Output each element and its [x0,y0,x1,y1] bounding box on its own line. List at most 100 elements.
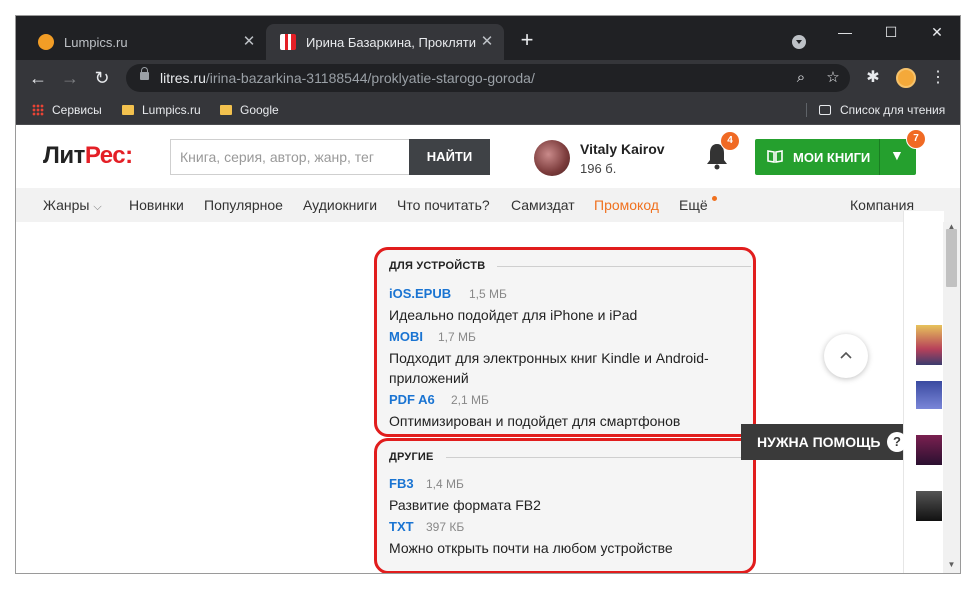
reading-list-icon [819,105,831,115]
forward-arrow-icon[interactable]: → [58,66,82,90]
reading-list-button[interactable]: Список для чтения [819,102,945,118]
litres-favicon [280,34,296,50]
search-button[interactable]: НАЙТИ [409,139,490,175]
tab-title: Ирина Базаркина, Проклятие С [306,34,476,50]
book-thumbnail[interactable] [916,325,942,365]
format-description: Развитие формата FB2 [389,497,541,513]
menu-item-promocode[interactable]: Промокод [594,197,659,213]
chevron-down-icon[interactable]: ▼ [890,147,904,163]
menu-item-genres[interactable]: Жанры ⌵ [43,197,102,214]
bookmark-lumpics[interactable]: Lumpics.ru [122,102,201,118]
lock-icon [140,67,149,80]
kebab-menu-icon[interactable]: ⋮ [926,66,950,90]
scrollbar-thumb[interactable] [946,229,957,287]
tab-strip: Lumpics.ru ✕ Ирина Базаркина, Проклятие … [16,16,960,60]
bookmark-services[interactable]: Сервисы [32,102,102,118]
file-size: 1,7 МБ [438,330,476,344]
close-icon[interactable]: ✕ [478,33,496,51]
zoom-icon[interactable]: ⌕ [790,67,812,89]
main-menu: Жанры ⌵ Новинки Популярное Аудиокниги Чт… [16,188,960,222]
bookmarks-separator [806,103,807,117]
reload-icon[interactable]: ↻ [90,66,114,90]
user-points: 196 б. [580,161,617,176]
chevron-down-icon: ⌵ [93,201,102,213]
litres-logo[interactable]: ЛитРес: [43,142,133,170]
open-book-icon [767,150,783,163]
other-formats-section: ДРУГИЕ FB3 1,4 МБ Развитие формата FB2 T… [374,438,756,573]
my-books-badge: 7 [906,129,926,149]
menu-item-what-to-read[interactable]: Что почитать? [397,197,490,213]
scroll-down-arrow-icon[interactable]: ▼ [947,560,956,569]
format-description: Идеально подойдет для iPhone и iPad [389,307,638,323]
menu-item-new[interactable]: Новинки [129,197,184,213]
bookmark-label: Сервисы [52,103,102,117]
divider [497,266,751,267]
profile-avatar[interactable] [896,68,916,88]
format-link-txt[interactable]: TXT [389,519,414,534]
bookmark-label: Lumpics.ru [142,103,201,117]
file-size: 1,4 МБ [426,477,464,491]
menu-item-audiobooks[interactable]: Аудиокниги [303,197,377,213]
url-text: litres.ru/irina-bazarkina-31188544/prokl… [160,70,535,86]
folder-icon [220,105,232,115]
section-title: ДЛЯ УСТРОЙСТВ [389,260,486,272]
tab-litres[interactable]: Ирина Базаркина, Проклятие С ✕ [266,24,504,60]
divider [879,139,880,175]
back-arrow-icon[interactable]: ← [26,66,50,90]
my-books-button[interactable]: МОИ КНИГИ ▼ [755,139,916,175]
devices-formats-section: ДЛЯ УСТРОЙСТВ iOS.EPUB 1,5 МБ Идеально п… [374,247,756,437]
menu-item-more[interactable]: Ещё [679,197,708,213]
file-size: 1,5 МБ [469,287,507,301]
recommendations-rail [903,211,944,573]
question-icon: ? [887,432,907,452]
file-size: 2,1 МБ [451,393,489,407]
book-thumbnail[interactable] [916,381,942,409]
browser-window: Lumpics.ru ✕ Ирина Базаркина, Проклятие … [16,16,960,573]
format-link-pdf-a6[interactable]: PDF A6 [389,392,435,407]
section-title: ДРУГИЕ [389,451,434,463]
user-name[interactable]: Vitaly Kairov [580,141,665,157]
my-books-label: МОИ КНИГИ [793,150,871,165]
bookmarks-bar: Сервисы Lumpics.ru Google Список для чте… [16,96,960,125]
format-description: Оптимизирован и подойдет для смартфонов [389,413,681,429]
tab-lumpics[interactable]: Lumpics.ru ✕ [24,24,266,60]
folder-icon [122,105,134,115]
bookmark-label: Google [240,103,279,117]
format-link-fb3[interactable]: FB3 [389,476,414,491]
reading-list-label: Список для чтения [840,103,946,117]
address-bar[interactable]: litres.ru/irina-bazarkina-31188544/prokl… [126,64,850,92]
new-indicator-dot [712,196,717,201]
apps-grid-icon [32,104,44,116]
search-input[interactable]: Книга, серия, автор, жанр, тег [170,139,410,175]
divider [446,457,751,458]
menu-item-samizdat[interactable]: Самиздат [511,197,575,213]
scroll-to-top-button[interactable] [824,334,868,378]
tab-title: Lumpics.ru [64,34,128,50]
scrollbar[interactable]: ▲ ▼ [943,222,960,573]
maximize-icon[interactable]: ☐ [868,16,914,48]
book-thumbnail[interactable] [916,491,942,521]
chevron-up-icon [840,351,852,359]
minimize-icon[interactable]: — [822,16,868,48]
extensions-puzzle-icon[interactable]: ✱ [861,66,885,90]
notifications-badge: 4 [720,131,740,151]
format-description: Подходит для электронных книг Kindle и A… [389,350,709,386]
orange-circle-favicon [38,34,54,50]
tab-search-icon[interactable] [792,35,806,49]
help-button[interactable]: НУЖНА ПОМОЩЬ ? [741,424,907,460]
bookmark-star-icon[interactable]: ☆ [822,67,844,89]
window-close-icon[interactable]: ✕ [914,16,960,48]
close-icon[interactable]: ✕ [240,33,258,51]
new-tab-plus-icon[interactable]: + [516,29,538,51]
page-content: ЛитРес: Книга, серия, автор, жанр, тег Н… [16,125,960,573]
browser-toolbar: ← → ↻ litres.ru/irina-bazarkina-31188544… [16,60,960,96]
format-description: Можно открыть почти на любом устройстве [389,540,673,556]
file-size: 397 КБ [426,520,465,534]
menu-item-popular[interactable]: Популярное [204,197,283,213]
format-link-mobi[interactable]: MOBI [389,329,423,344]
book-thumbnail[interactable] [916,435,942,465]
help-label: НУЖНА ПОМОЩЬ [757,434,881,450]
avatar[interactable] [534,140,570,176]
format-link-ios-epub[interactable]: iOS.EPUB [389,286,451,301]
bookmark-google[interactable]: Google [220,102,279,118]
